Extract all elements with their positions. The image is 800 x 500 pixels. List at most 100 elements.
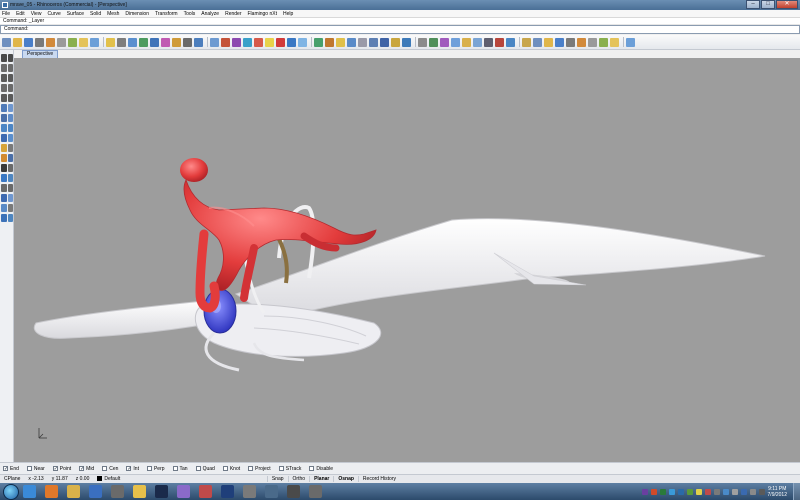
status-pane-record-history[interactable]: Record History [357,476,400,482]
naked-edge-icon[interactable] [566,37,575,47]
ellipse-icon[interactable] [1,84,7,92]
rhino-app-icon[interactable] [2,2,8,8]
maximize-button[interactable]: □ [761,0,775,9]
environment-map-icon[interactable] [533,37,542,47]
osnap-checkbox[interactable]: ✓ [52,466,58,472]
mesh-icon[interactable] [577,37,586,47]
osnap-tan[interactable]: Tan [172,466,188,472]
osnap-checkbox[interactable]: ✓ [126,466,132,472]
menu-surface[interactable]: Surface [67,11,84,17]
zoom-target-icon[interactable] [172,37,181,47]
paint-icon[interactable] [243,485,256,498]
menu-tools[interactable]: Tools [184,11,196,17]
osnap-checkbox[interactable] [26,466,32,471]
zoom-extents-icon[interactable] [150,37,159,47]
windows-explorer-icon[interactable] [133,485,146,498]
menu-dimension[interactable]: Dimension [125,11,149,17]
app-icon[interactable] [265,485,278,498]
explorer-icon[interactable] [67,485,80,498]
mesh-icon[interactable] [7,144,13,152]
ie-icon[interactable] [23,485,36,498]
open-icon[interactable] [13,37,22,47]
osnap-checkbox[interactable] [309,466,315,471]
planar-icon[interactable] [462,37,471,47]
curve-icon[interactable] [7,64,13,72]
menu-curve[interactable]: Curve [47,11,60,17]
environment-icon[interactable] [336,37,345,47]
tray-icon[interactable] [758,488,765,495]
array-icon[interactable] [1,174,7,182]
osnap-mid[interactable]: ✓ Mid [79,466,94,472]
tray-icon[interactable] [650,488,657,495]
point-icon[interactable] [7,54,13,62]
osnap-quad[interactable]: Quad [195,466,215,472]
hide-icon[interactable] [243,37,252,47]
camera-icon[interactable] [588,37,597,47]
menu-view[interactable]: View [31,11,42,17]
layer-icon[interactable] [287,37,296,47]
osnap-strack[interactable]: STrack [278,466,301,472]
rhino-icon[interactable] [111,485,124,498]
menu-edit[interactable]: Edit [16,11,25,17]
menu-flamingo-nxt[interactable]: Flamingo nXt [248,11,277,17]
tray-icon[interactable] [722,488,729,495]
print-icon[interactable] [35,37,44,47]
mirror-icon[interactable] [7,164,13,172]
analysis-icon[interactable] [495,37,504,47]
menu-analyze[interactable]: Analyze [201,11,219,17]
help-icon[interactable] [402,37,411,47]
cut-icon[interactable] [57,37,66,47]
set-cplane-icon[interactable] [232,37,241,47]
cplane-label[interactable]: CPlane [0,476,24,482]
surface-icon[interactable] [1,114,7,122]
ortho-icon[interactable] [451,37,460,47]
tray-icon[interactable] [677,488,684,495]
zoom-icon[interactable] [128,37,137,47]
rhino-active-icon[interactable] [309,485,322,498]
current-layer[interactable]: Default [93,476,124,482]
osnap-cen[interactable]: Cen [102,466,118,472]
osnap-knot[interactable]: Knot [222,466,240,472]
sphere-icon[interactable] [7,134,13,142]
save-icon[interactable] [24,37,33,47]
osnap-end[interactable]: ✓ End [3,466,19,472]
status-pane-planar[interactable]: Planar [309,476,333,482]
paste-icon[interactable] [79,37,88,47]
rotate-icon[interactable] [7,154,13,162]
material-icon[interactable] [325,37,334,47]
arc-icon[interactable] [7,74,13,82]
status-pane-snap[interactable]: Snap [266,476,288,482]
media-player-icon[interactable] [89,485,102,498]
boolean-icon[interactable] [1,144,7,152]
menu-file[interactable]: File [2,11,10,17]
history-icon[interactable] [484,37,493,47]
ghosted-icon[interactable] [380,37,389,47]
render-icon[interactable] [1,214,7,222]
firefox-icon[interactable] [45,485,58,498]
tray-icon[interactable] [749,488,756,495]
osnap-checkbox[interactable] [222,466,228,471]
osnap-checkbox[interactable] [146,466,152,471]
status-pane-ortho[interactable]: Ortho [287,476,310,482]
xray-icon[interactable] [391,37,400,47]
polygon-icon[interactable] [7,84,13,92]
steam-icon[interactable] [155,485,168,498]
start-button[interactable] [3,483,19,500]
minimize-button[interactable]: – [746,0,760,9]
menu-render[interactable]: Render [225,11,241,17]
trim-icon[interactable] [7,174,13,182]
pan-icon[interactable] [106,37,115,47]
tray-icon[interactable] [740,488,747,495]
tray-icon[interactable] [641,488,648,495]
osnap-disable[interactable]: Disable [309,466,333,472]
osnap-checkbox[interactable] [278,466,284,471]
move-icon[interactable] [1,154,7,162]
zebra-icon[interactable] [522,37,531,47]
osnap-icon[interactable] [473,37,482,47]
light-icon[interactable] [599,37,608,47]
unlock-icon[interactable] [276,37,285,47]
perspective-viewport[interactable] [14,58,800,462]
split-icon[interactable] [1,184,7,192]
lock-icon[interactable] [265,37,274,47]
new-icon[interactable] [2,37,11,47]
